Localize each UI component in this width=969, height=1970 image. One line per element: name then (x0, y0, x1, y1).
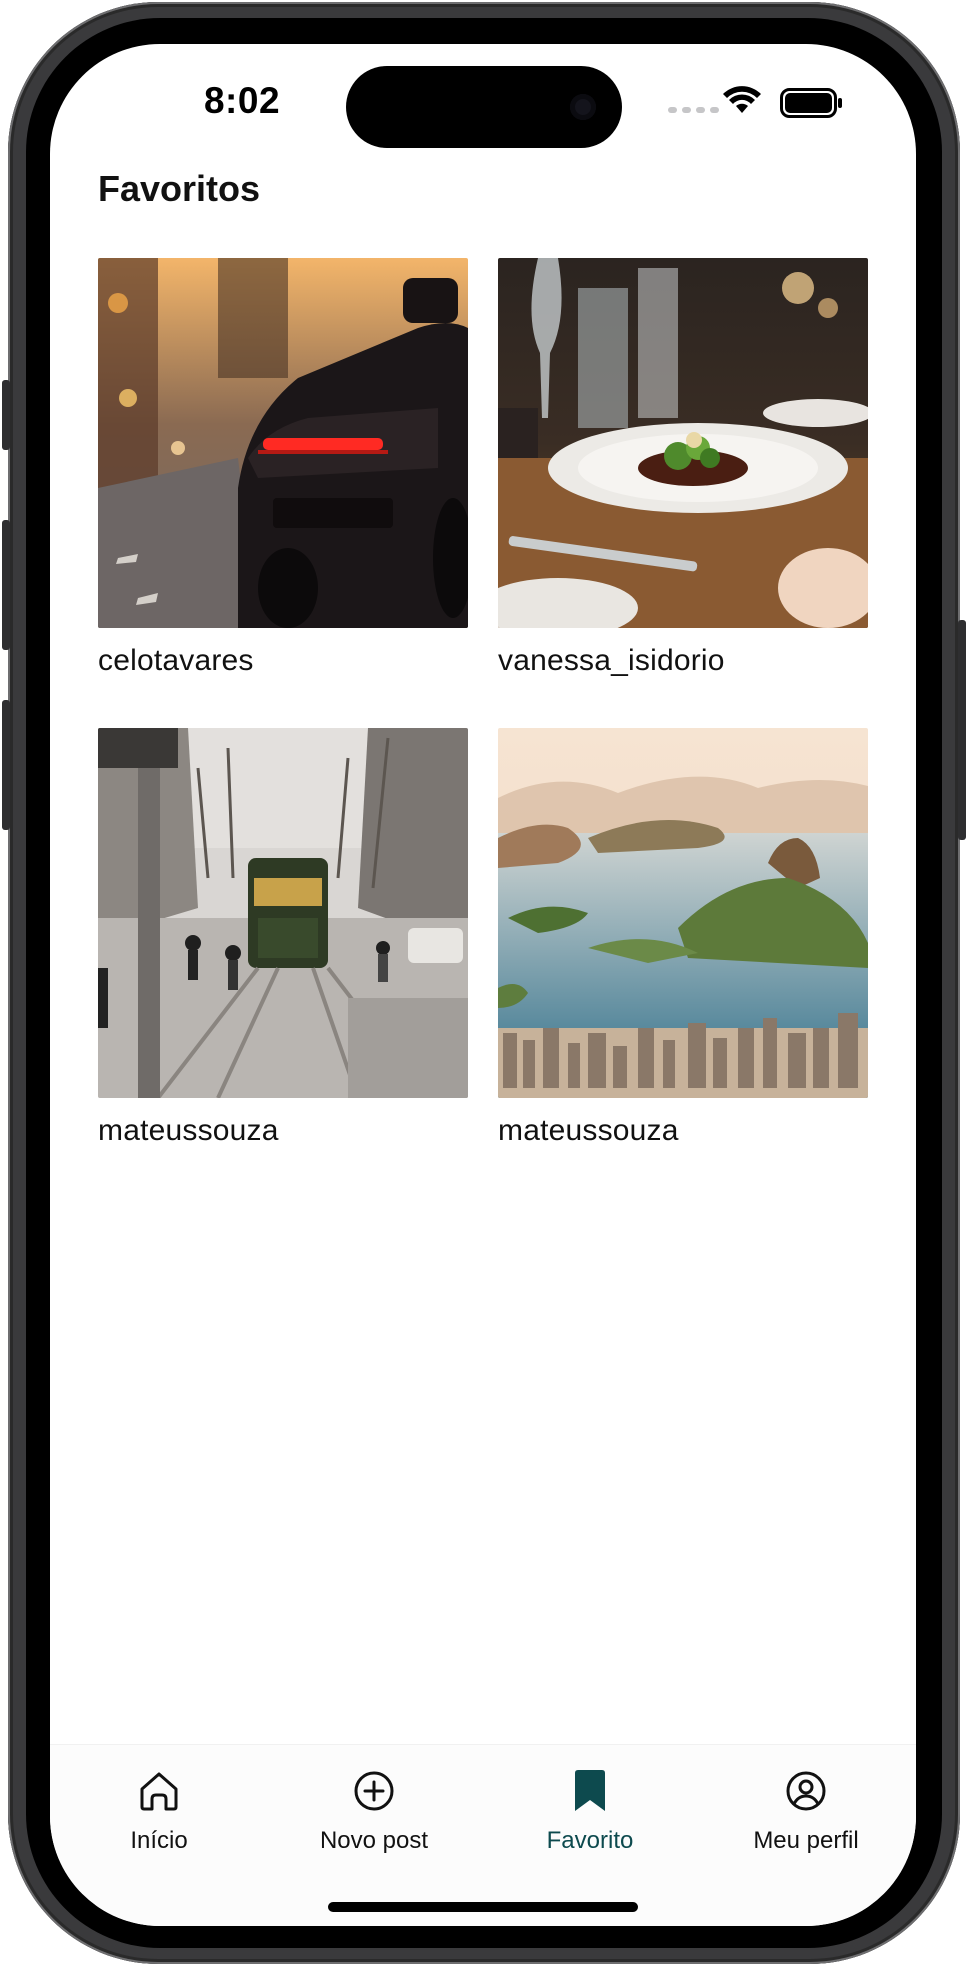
tab-meu-perfil[interactable]: Meu perfil (706, 1767, 906, 1855)
page-title: Favoritos (98, 168, 261, 209)
cellular-signal-icon (668, 107, 719, 113)
tab-label: Novo post (319, 1827, 429, 1854)
favorite-photo[interactable] (498, 258, 868, 628)
tab-inicio[interactable]: Início (59, 1767, 259, 1855)
silent-switch (2, 700, 10, 830)
dynamic-island (346, 66, 622, 148)
plus-circle-icon (274, 1767, 474, 1815)
wifi-icon (723, 86, 761, 113)
favorite-username[interactable]: mateussouza (498, 1114, 868, 1148)
power-button (958, 620, 966, 840)
user-circle-icon (706, 1767, 906, 1815)
favorite-username[interactable]: mateussouza (98, 1114, 468, 1148)
tab-label: Meu perfil (753, 1827, 859, 1854)
favorite-photo[interactable] (498, 728, 868, 1098)
favorite-username[interactable]: vanessa_isidorio (498, 644, 868, 678)
tab-novo-post[interactable]: Novo post (274, 1767, 474, 1855)
favorite-card[interactable]: celotavares (98, 258, 468, 678)
tab-label: Início (130, 1827, 188, 1854)
home-indicator[interactable] (328, 1902, 638, 1912)
favorite-card[interactable]: mateussouza (98, 728, 468, 1148)
favorite-photo[interactable] (98, 258, 468, 628)
favorite-card[interactable]: mateussouza (498, 728, 868, 1148)
bottom-tab-bar: Início Novo post Favorito Meu perfil (50, 1744, 916, 1926)
status-time: 8:02 (203, 80, 281, 121)
favorite-username[interactable]: celotavares (98, 644, 468, 678)
battery-icon (780, 88, 842, 118)
tab-label: Favorito (546, 1827, 634, 1854)
volume-down-button (2, 520, 10, 650)
home-icon (59, 1767, 259, 1815)
app-screen: 8:02 Favoritos celotavares vanessa_isido… (50, 44, 916, 1926)
favorite-card[interactable]: vanessa_isidorio (498, 258, 868, 678)
tab-favorito[interactable]: Favorito (490, 1767, 690, 1855)
favorite-photo[interactable] (98, 728, 468, 1098)
bookmark-icon (490, 1767, 690, 1815)
volume-up-button (2, 380, 10, 450)
